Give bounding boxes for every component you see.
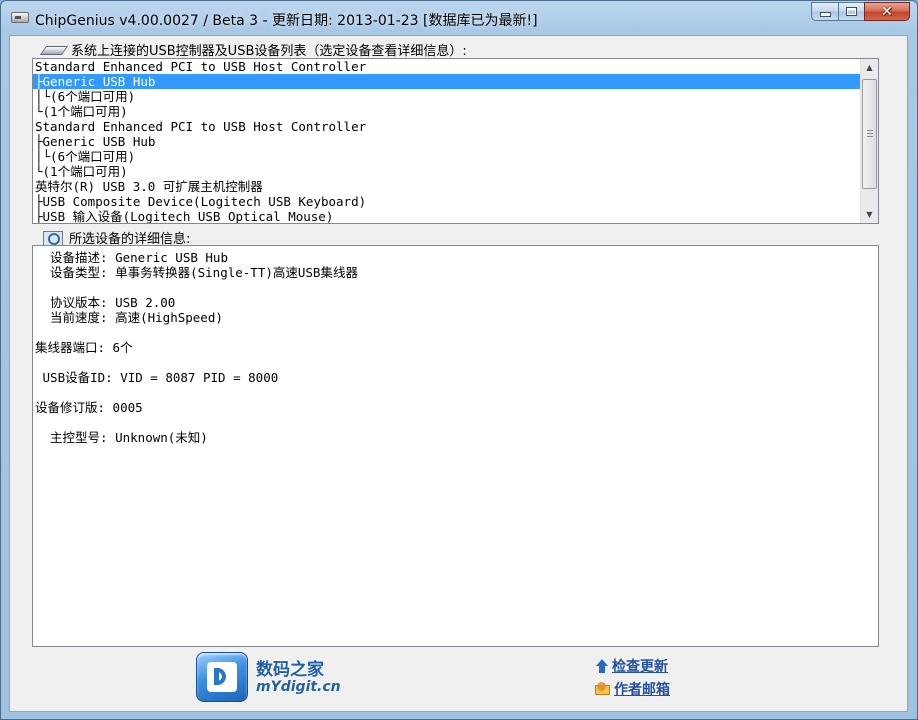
detail-line: 主控型号: Unknown(未知) bbox=[35, 430, 208, 445]
author-mail-label: 作者邮箱 bbox=[614, 682, 670, 698]
minimize-button[interactable] bbox=[811, 2, 838, 21]
detail-line: 当前速度: 高速(HighSpeed) bbox=[35, 310, 223, 325]
magnifier-icon bbox=[43, 229, 63, 247]
usb-list-icon bbox=[41, 43, 65, 57]
detail-line bbox=[35, 415, 358, 430]
device-details-lines: 设备描述: Generic USB Hub 设备类型: 单事务转换器(Singl… bbox=[35, 250, 358, 445]
device-list-item[interactable]: │└(6个端口可用) bbox=[33, 149, 860, 164]
mail-icon bbox=[595, 682, 611, 696]
scroll-up-button[interactable]: ▲ bbox=[861, 59, 878, 76]
detail-line bbox=[35, 355, 358, 370]
device-list-item[interactable]: │└(6个端口可用) bbox=[33, 89, 860, 104]
device-list-item[interactable]: ├Generic USB Hub bbox=[33, 134, 860, 149]
minimize-icon bbox=[819, 12, 831, 17]
device-list-item[interactable]: └(1个端口可用) bbox=[33, 164, 860, 179]
check-update-link[interactable]: 检查更新 bbox=[595, 656, 668, 676]
detail-line: 集线器端口: 6个 bbox=[35, 340, 133, 355]
window-title: ChipGenius v4.00.0027 / Beta 3 - 更新日期: 2… bbox=[35, 13, 538, 29]
device-list-item[interactable]: ├USB Composite Device(Logitech USB Keybo… bbox=[33, 194, 860, 209]
detail-line: 设备类型: 单事务转换器(Single-TT)高速USB集线器 bbox=[35, 265, 358, 280]
device-list-label: 系统上连接的USB控制器及USB设备列表（选定设备查看详细信息）: bbox=[71, 44, 467, 59]
device-details[interactable]: 设备描述: Generic USB Hub 设备类型: 单事务转换器(Singl… bbox=[32, 245, 879, 647]
detail-line: 协议版本: USB 2.00 bbox=[35, 295, 176, 310]
device-list-item[interactable]: 英特尔(R) USB 3.0 可扩展主机控制器 bbox=[33, 179, 860, 194]
scroll-down-button[interactable]: ▼ bbox=[861, 206, 878, 223]
maximize-button[interactable] bbox=[838, 2, 864, 21]
grip-icon bbox=[866, 130, 873, 138]
device-list-header: 系统上连接的USB控制器及USB设备列表（选定设备查看详细信息）: bbox=[41, 40, 467, 59]
detail-line: 设备描述: Generic USB Hub bbox=[35, 250, 228, 265]
caption-buttons: ✕ bbox=[811, 2, 910, 22]
device-list-item[interactable]: ├USB 输入设备(Logitech USB Optical Mouse) bbox=[33, 209, 860, 223]
device-list-item[interactable]: Standard Enhanced PCI to USB Host Contro… bbox=[33, 59, 860, 74]
usb-drive-icon[interactable] bbox=[11, 12, 29, 23]
title-bar[interactable]: ChipGenius v4.00.0027 / Beta 3 - 更新日期: 2… bbox=[1, 1, 917, 35]
device-list-item[interactable]: Standard Enhanced PCI to USB Host Contro… bbox=[33, 119, 860, 134]
logo-text-en[interactable]: mYdigit.cn bbox=[256, 679, 341, 695]
device-list[interactable]: Standard Enhanced PCI to USB Host Contro… bbox=[32, 58, 879, 224]
detail-line: USB设备ID: VID = 8087 PID = 8000 bbox=[35, 370, 279, 385]
device-list-rows: Standard Enhanced PCI to USB Host Contro… bbox=[33, 59, 860, 223]
chevron-down-icon: ▼ bbox=[866, 210, 873, 219]
close-button[interactable]: ✕ bbox=[864, 2, 910, 21]
close-icon: ✕ bbox=[881, 3, 893, 20]
device-list-item[interactable]: └(1个端口可用) bbox=[33, 104, 860, 119]
author-mail-link[interactable]: 作者邮箱 bbox=[595, 679, 670, 699]
device-list-scrollbar[interactable]: ▲ ▼ bbox=[860, 59, 878, 223]
mydigit-logo-icon[interactable] bbox=[196, 652, 248, 702]
up-arrow-icon bbox=[595, 659, 609, 673]
detail-line bbox=[35, 385, 358, 400]
logo-text-cn[interactable]: 数码之家 bbox=[256, 655, 324, 680]
scroll-thumb[interactable] bbox=[862, 79, 877, 189]
chevron-up-icon: ▲ bbox=[866, 63, 873, 72]
maximize-icon bbox=[846, 7, 857, 16]
device-list-item-selected[interactable]: ├Generic USB Hub bbox=[33, 74, 860, 89]
app-window: ChipGenius v4.00.0027 / Beta 3 - 更新日期: 2… bbox=[0, 0, 918, 720]
detail-line: 设备修订版: 0005 bbox=[35, 400, 143, 415]
detail-line bbox=[35, 325, 358, 340]
check-update-label: 检查更新 bbox=[612, 659, 668, 675]
detail-line bbox=[35, 280, 358, 295]
